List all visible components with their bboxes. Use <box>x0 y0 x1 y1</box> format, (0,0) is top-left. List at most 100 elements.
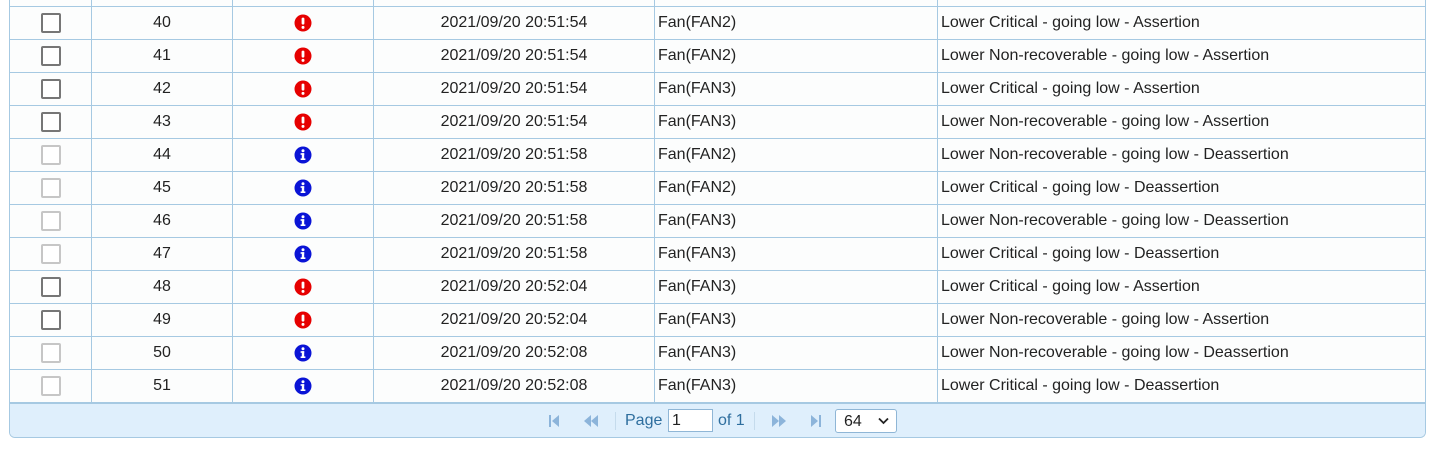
severity-cell <box>232 171 374 205</box>
event-log-grid: 40 2021/09/20 20:51:54 Fan(FAN2) Lower Crit… <box>9 0 1426 438</box>
exclamation-circle-icon <box>294 311 312 329</box>
table-row[interactable]: 40 2021/09/20 20:51:54 Fan(FAN2) Lower Crit… <box>10 6 1425 40</box>
timestamp-cell: 2021/09/20 20:52:04 <box>373 270 655 304</box>
table-row[interactable]: 44 2021/09/20 20:51:58 Fan(FAN2) Lower Non-… <box>10 138 1425 172</box>
exclamation-circle-icon <box>294 80 312 98</box>
row-checkbox-cell <box>10 336 92 370</box>
table-row[interactable]: 46 2021/09/20 20:51:58 Fan(FAN3) Lower Non-… <box>10 204 1425 238</box>
row-checkbox-cell <box>10 270 92 304</box>
severity-cell <box>232 39 374 73</box>
description-cell: Lower Non-recoverable - going low - Deas… <box>937 138 1425 172</box>
severity-cell <box>232 6 374 40</box>
row-checkbox-cell <box>10 171 92 205</box>
sensor-cell: Fan(FAN3) <box>654 204 938 238</box>
severity-cell <box>232 72 374 106</box>
page-size-select[interactable]: 64 <box>835 409 897 433</box>
row-checkbox-cell <box>10 303 92 337</box>
first-page-icon[interactable] <box>546 413 562 429</box>
table-row[interactable]: 42 2021/09/20 20:51:54 Fan(FAN3) Lower Crit… <box>10 72 1425 106</box>
timestamp-cell: 2021/09/20 20:51:54 <box>373 72 655 106</box>
next-page-icon[interactable] <box>770 413 788 429</box>
row-checkbox[interactable] <box>40 79 61 99</box>
event-id-cell: 50 <box>91 336 233 370</box>
severity-cell <box>232 369 374 403</box>
exclamation-circle-icon <box>294 14 312 32</box>
severity-cell <box>232 270 374 304</box>
timestamp-cell: 2021/09/20 20:51:58 <box>373 237 655 271</box>
sensor-cell: Fan(FAN3) <box>654 105 938 139</box>
sensor-cell: Fan(FAN2) <box>654 6 938 40</box>
timestamp-cell: 2021/09/20 20:51:54 <box>373 39 655 73</box>
description-cell: Lower Non-recoverable - going low - Asse… <box>937 39 1425 73</box>
row-checkbox-cell <box>10 138 92 172</box>
row-checkbox[interactable] <box>40 112 61 132</box>
row-checkbox-cell <box>10 237 92 271</box>
exclamation-circle-icon <box>294 47 312 65</box>
timestamp-cell: 2021/09/20 20:51:58 <box>373 204 655 238</box>
sensor-cell: Fan(FAN3) <box>654 303 938 337</box>
info-circle-icon <box>294 146 312 164</box>
row-checkbox[interactable] <box>40 310 61 330</box>
row-checkbox <box>40 211 61 231</box>
info-circle-icon <box>294 179 312 197</box>
table-row[interactable]: 43 2021/09/20 20:51:54 Fan(FAN3) Lower Non-… <box>10 105 1425 139</box>
event-id-cell: 51 <box>91 369 233 403</box>
description-cell: Lower Non-recoverable - going low - Asse… <box>937 303 1425 337</box>
event-id-cell: 42 <box>91 72 233 106</box>
severity-cell <box>232 105 374 139</box>
row-checkbox <box>40 376 61 396</box>
row-checkbox[interactable] <box>40 13 61 33</box>
timestamp-cell: 2021/09/20 20:51:54 <box>373 6 655 40</box>
page-count-label: of 1 <box>718 412 745 429</box>
sensor-cell: Fan(FAN3) <box>654 270 938 304</box>
severity-cell <box>232 138 374 172</box>
row-checkbox[interactable] <box>40 46 61 66</box>
previous-page-icon[interactable] <box>582 413 600 429</box>
sensor-cell: Fan(FAN3) <box>654 72 938 106</box>
page-number-input[interactable] <box>668 409 713 432</box>
info-circle-icon <box>294 377 312 395</box>
page-label: Page <box>625 412 663 429</box>
sensor-cell: Fan(FAN2) <box>654 171 938 205</box>
table-row[interactable]: 51 2021/09/20 20:52:08 Fan(FAN3) Lower Crit… <box>10 369 1425 403</box>
severity-cell <box>232 204 374 238</box>
timestamp-cell: 2021/09/20 20:52:08 <box>373 336 655 370</box>
description-cell: Lower Non-recoverable - going low - Deas… <box>937 204 1425 238</box>
timestamp-cell: 2021/09/20 20:51:54 <box>373 105 655 139</box>
pager-separator <box>615 412 616 430</box>
row-checkbox-cell <box>10 204 92 238</box>
exclamation-circle-icon <box>294 278 312 296</box>
event-id-cell: 40 <box>91 6 233 40</box>
event-log-table: 40 2021/09/20 20:51:54 Fan(FAN2) Lower Crit… <box>10 0 1425 403</box>
sensor-cell: Fan(FAN2) <box>654 138 938 172</box>
table-row[interactable]: 49 2021/09/20 20:52:04 Fan(FAN3) Lower Non-… <box>10 303 1425 337</box>
event-id-cell: 44 <box>91 138 233 172</box>
description-cell: Lower Critical - going low - Deassertion <box>937 171 1425 205</box>
row-checkbox[interactable] <box>40 277 61 297</box>
chevron-down-icon <box>878 417 889 425</box>
last-page-icon[interactable] <box>808 413 824 429</box>
event-id-cell: 45 <box>91 171 233 205</box>
severity-cell <box>232 237 374 271</box>
pager-bar: Page of 1 64 <box>10 403 1425 437</box>
event-id-cell: 48 <box>91 270 233 304</box>
sensor-cell: Fan(FAN3) <box>654 336 938 370</box>
table-row[interactable]: 41 2021/09/20 20:51:54 Fan(FAN2) Lower Non-… <box>10 39 1425 73</box>
info-circle-icon <box>294 344 312 362</box>
timestamp-cell: 2021/09/20 20:51:58 <box>373 138 655 172</box>
sensor-cell: Fan(FAN2) <box>654 39 938 73</box>
event-id-cell: 46 <box>91 204 233 238</box>
info-circle-icon <box>294 212 312 230</box>
info-circle-icon <box>294 245 312 263</box>
event-id-cell: 41 <box>91 39 233 73</box>
table-row[interactable]: 45 2021/09/20 20:51:58 Fan(FAN2) Lower Crit… <box>10 171 1425 205</box>
row-checkbox <box>40 343 61 363</box>
row-checkbox <box>40 178 61 198</box>
table-row[interactable]: 48 2021/09/20 20:52:04 Fan(FAN3) Lower Crit… <box>10 270 1425 304</box>
row-checkbox-cell <box>10 39 92 73</box>
row-checkbox-cell <box>10 105 92 139</box>
description-cell: Lower Critical - going low - Deassertion <box>937 369 1425 403</box>
table-row[interactable]: 50 2021/09/20 20:52:08 Fan(FAN3) Lower Non-… <box>10 336 1425 370</box>
description-cell: Lower Non-recoverable - going low - Asse… <box>937 105 1425 139</box>
table-row[interactable]: 47 2021/09/20 20:51:58 Fan(FAN3) Lower Crit… <box>10 237 1425 271</box>
